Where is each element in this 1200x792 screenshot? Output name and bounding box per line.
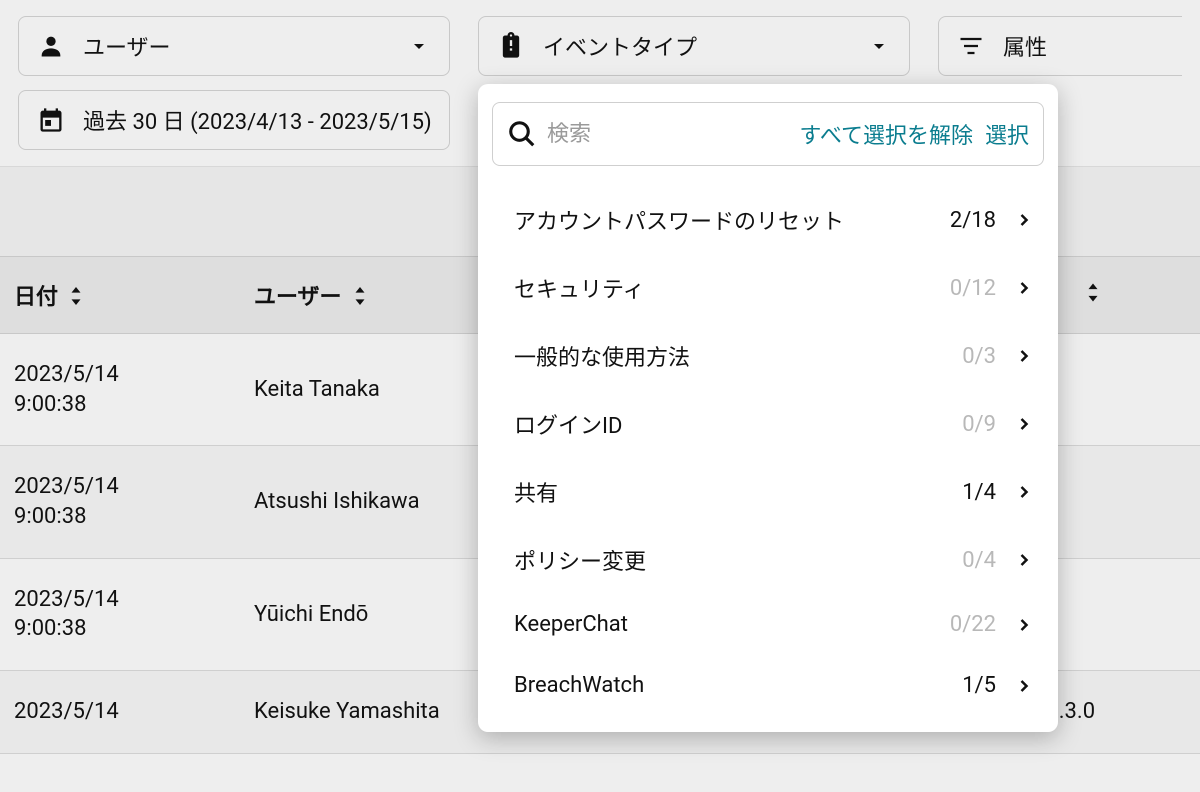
category-count: 2/18	[950, 208, 996, 233]
cell-date: 2023/5/14	[0, 671, 240, 754]
date-range-label: 過去 30 日 (2023/4/13 - 2023/5/15)	[83, 104, 432, 136]
category-label: セキュリティ	[514, 272, 950, 304]
category-label: ポリシー変更	[514, 544, 962, 576]
category-item[interactable]: セキュリティ0/12	[478, 254, 1058, 322]
category-count: 0/9	[962, 412, 996, 437]
search-wrap: すべて選択を解除 選択	[492, 102, 1044, 166]
category-count: 0/12	[950, 276, 996, 301]
sort-icon	[1086, 283, 1100, 308]
category-count: 0/4	[962, 548, 996, 573]
chevron-right-icon	[1014, 550, 1034, 570]
col-date[interactable]: 日付	[0, 257, 240, 334]
search-input[interactable]	[547, 121, 787, 147]
attributes-filter[interactable]: 属性	[938, 16, 1182, 76]
category-item[interactable]: KeeperChat0/22	[478, 594, 1058, 655]
cell-user: Keisuke Yamashita	[240, 671, 510, 754]
deselect-all-link[interactable]: すべて選択を解除	[799, 118, 973, 150]
event-type-filter-label: イベントタイプ	[543, 30, 867, 62]
category-label: 一般的な使用方法	[514, 340, 962, 372]
category-count: 0/3	[962, 344, 996, 369]
chevron-down-icon	[407, 34, 431, 58]
category-item[interactable]: BreachWatch1/5	[478, 655, 1058, 716]
category-label: 共有	[514, 476, 962, 508]
chevron-right-icon	[1014, 615, 1034, 635]
chevron-right-icon	[1014, 210, 1034, 230]
cell-user: Yūichi Endō	[240, 558, 510, 670]
user-filter[interactable]: ユーザー	[18, 16, 450, 76]
category-list: アカウントパスワードのリセット2/18セキュリティ0/12一般的な使用方法0/3…	[478, 180, 1058, 722]
chevron-right-icon	[1014, 346, 1034, 366]
category-count: 0/22	[950, 612, 996, 637]
category-label: KeeperChat	[514, 612, 950, 637]
clipboard-alert-icon	[497, 32, 525, 60]
search-icon	[507, 119, 537, 149]
category-count: 1/4	[962, 480, 996, 505]
category-item[interactable]: ポリシー変更0/4	[478, 526, 1058, 594]
cell-user: Atsushi Ishikawa	[240, 446, 510, 558]
sort-icon	[353, 286, 367, 311]
calendar-icon	[37, 106, 65, 134]
col-user-label: ユーザー	[254, 285, 342, 310]
category-label: BreachWatch	[514, 673, 962, 698]
sort-icon	[69, 286, 83, 311]
category-label: ログインID	[514, 408, 962, 440]
category-label: アカウントパスワードのリセット	[514, 204, 950, 236]
attributes-filter-label: 属性	[1003, 30, 1164, 62]
category-item[interactable]: 一般的な使用方法0/3	[478, 322, 1058, 390]
filter-bar: ユーザー イベントタイプ 属性	[0, 0, 1200, 86]
category-item[interactable]: 共有1/4	[478, 458, 1058, 526]
event-type-dropdown: すべて選択を解除 選択 アカウントパスワードのリセット2/18セキュリティ0/1…	[478, 84, 1058, 732]
date-range-filter[interactable]: 過去 30 日 (2023/4/13 - 2023/5/15)	[18, 90, 450, 150]
col-date-label: 日付	[14, 285, 58, 310]
chevron-down-icon	[867, 34, 891, 58]
chevron-right-icon	[1014, 482, 1034, 502]
event-type-filter[interactable]: イベントタイプ	[478, 16, 910, 76]
category-item[interactable]: ログインID0/9	[478, 390, 1058, 458]
user-filter-label: ユーザー	[83, 30, 407, 62]
filter-icon	[957, 32, 985, 60]
category-item[interactable]: アカウントパスワードのリセット2/18	[478, 186, 1058, 254]
category-count: 1/5	[962, 673, 996, 698]
user-icon	[37, 32, 65, 60]
chevron-right-icon	[1014, 278, 1034, 298]
select-link[interactable]: 選択	[985, 118, 1029, 150]
chevron-right-icon	[1014, 414, 1034, 434]
cell-date: 2023/5/149:00:38	[0, 446, 240, 558]
col-user[interactable]: ユーザー	[240, 257, 510, 334]
cell-date: 2023/5/149:00:38	[0, 334, 240, 446]
chevron-right-icon	[1014, 676, 1034, 696]
cell-date: 2023/5/149:00:38	[0, 558, 240, 670]
cell-user: Keita Tanaka	[240, 334, 510, 446]
